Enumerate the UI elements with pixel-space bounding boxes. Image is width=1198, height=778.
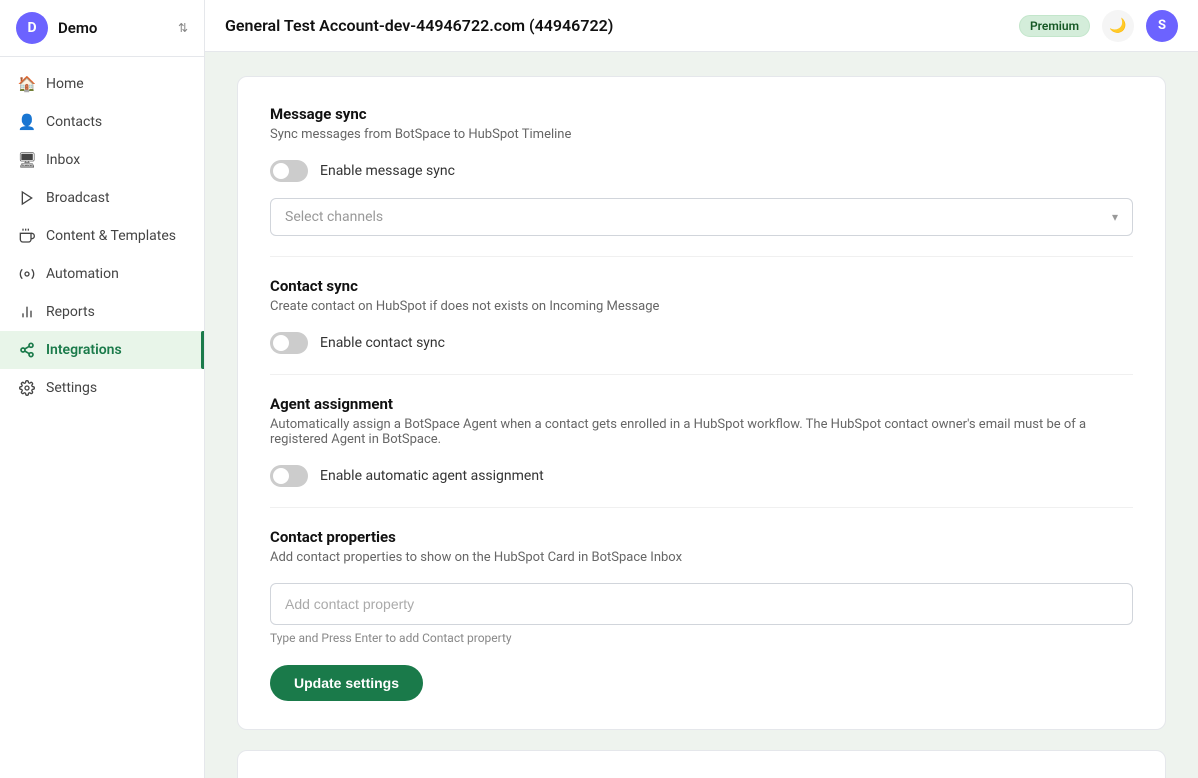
sidebar-nav: 🏠 Home 👤 Contacts 🖥 Inbox Broadcast Cont… [0, 57, 204, 778]
topbar: General Test Account-dev-44946722.com (4… [205, 0, 1198, 52]
sidebar-brand-label: Demo [58, 19, 97, 37]
sidebar-item-label: Contacts [46, 114, 102, 130]
sidebar-item-label: Inbox [46, 152, 80, 168]
sidebar-item-integrations[interactable]: Integrations [0, 331, 204, 369]
message-sync-toggle-label: Enable message sync [320, 163, 455, 179]
reports-icon [18, 303, 36, 321]
agent-assignment-section: Agent assignment Automatically assign a … [270, 395, 1133, 487]
sidebar-item-inbox[interactable]: 🖥 Inbox [0, 141, 204, 179]
sidebar-item-settings[interactable]: Settings [0, 369, 204, 407]
sidebar-item-content-templates[interactable]: Content & Templates [0, 217, 204, 255]
sidebar-item-broadcast[interactable]: Broadcast [0, 179, 204, 217]
contact-sync-toggle-label: Enable contact sync [320, 335, 445, 351]
message-sync-title: Message sync [270, 105, 1133, 123]
sidebar-header[interactable]: D Demo ⇅ [0, 0, 204, 57]
content-area: Message sync Sync messages from BotSpace… [205, 52, 1198, 778]
sidebar-item-label: Settings [46, 380, 97, 396]
message-sync-toggle-row: Enable message sync [270, 160, 1133, 182]
broadcast-icon [18, 189, 36, 207]
contact-sync-title: Contact sync [270, 277, 1133, 295]
add-property-input[interactable] [270, 583, 1133, 625]
sidebar-item-label: Reports [46, 304, 95, 320]
select-channels-placeholder: Select channels [285, 209, 383, 225]
sidebar-item-label: Integrations [46, 342, 122, 358]
update-settings-button[interactable]: Update settings [270, 665, 423, 701]
settings-card: Message sync Sync messages from BotSpace… [237, 76, 1166, 730]
agent-assignment-toggle-row: Enable automatic agent assignment [270, 465, 1133, 487]
page-title: General Test Account-dev-44946722.com (4… [225, 16, 1007, 35]
sidebar-item-reports[interactable]: Reports [0, 293, 204, 331]
sidebar: D Demo ⇅ 🏠 Home 👤 Contacts 🖥 Inbox Broad… [0, 0, 205, 778]
message-sync-desc: Sync messages from BotSpace to HubSpot T… [270, 127, 1133, 142]
main-area: General Test Account-dev-44946722.com (4… [205, 0, 1198, 778]
inbox-icon: 🖥 [18, 151, 36, 169]
automation-icon [18, 265, 36, 283]
dropdown-arrow-icon: ▾ [1112, 210, 1118, 224]
settings-icon [18, 379, 36, 397]
message-sync-toggle[interactable] [270, 160, 308, 182]
contact-sync-toggle-row: Enable contact sync [270, 332, 1133, 354]
contact-sync-section: Contact sync Create contact on HubSpot i… [270, 277, 1133, 354]
sidebar-avatar: D [16, 12, 48, 44]
content-templates-icon [18, 227, 36, 245]
contacts-icon: 👤 [18, 113, 36, 131]
chevron-icon: ⇅ [178, 21, 188, 35]
sidebar-item-contacts[interactable]: 👤 Contacts [0, 103, 204, 141]
sidebar-item-label: Broadcast [46, 190, 110, 206]
contact-properties-desc: Add contact properties to show on the Hu… [270, 550, 1133, 565]
section-divider-2 [270, 374, 1133, 375]
sidebar-item-home[interactable]: 🏠 Home [0, 65, 204, 103]
contact-sync-desc: Create contact on HubSpot if does not ex… [270, 299, 1133, 314]
home-icon: 🏠 [18, 75, 36, 93]
user-avatar[interactable]: S [1146, 10, 1178, 42]
agent-assignment-toggle[interactable] [270, 465, 308, 487]
message-sync-section: Message sync Sync messages from BotSpace… [270, 105, 1133, 236]
sidebar-item-label: Automation [46, 266, 119, 282]
add-property-hint: Type and Press Enter to add Contact prop… [270, 631, 1133, 645]
contact-sync-toggle[interactable] [270, 332, 308, 354]
sidebar-item-label: Content & Templates [46, 228, 176, 244]
sidebar-item-label: Home [46, 76, 84, 92]
agent-assignment-title: Agent assignment [270, 395, 1133, 413]
select-channels-dropdown[interactable]: Select channels ▾ [270, 198, 1133, 236]
delete-integration-card: Delete integration Permanently delete Ge… [237, 750, 1166, 778]
dark-mode-button[interactable]: 🌙 [1102, 10, 1134, 42]
section-divider-1 [270, 256, 1133, 257]
premium-badge: Premium [1019, 15, 1090, 37]
section-divider-3 [270, 507, 1133, 508]
agent-assignment-desc: Automatically assign a BotSpace Agent wh… [270, 417, 1133, 447]
integrations-icon [18, 341, 36, 359]
sidebar-item-automation[interactable]: Automation [0, 255, 204, 293]
contact-properties-section: Contact properties Add contact propertie… [270, 528, 1133, 701]
contact-properties-title: Contact properties [270, 528, 1133, 546]
agent-assignment-toggle-label: Enable automatic agent assignment [320, 468, 544, 484]
